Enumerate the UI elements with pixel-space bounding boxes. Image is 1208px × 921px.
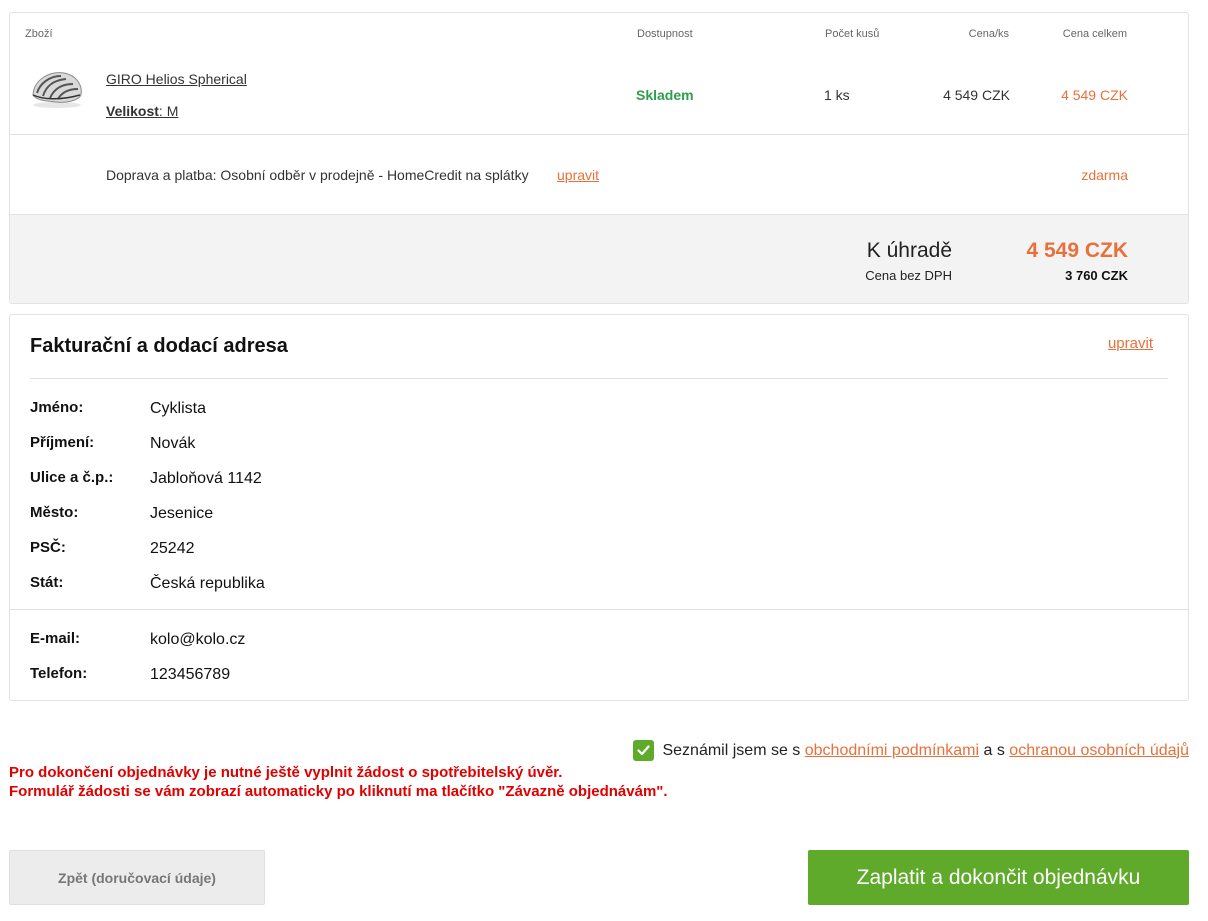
field-value-first-name: Cyklista	[150, 400, 207, 417]
shipping-row: Doprava a platba: Osobní odběr v prodejn…	[10, 135, 1188, 215]
helmet-image[interactable]	[28, 65, 86, 111]
shipping-text: Doprava a platba: Osobní odběr v prodejn…	[106, 167, 529, 183]
header-quantity: Počet kusů	[825, 28, 880, 40]
field-value-last-name: Novák	[150, 435, 196, 452]
item-total-price: 4 549 CZK	[1061, 87, 1128, 103]
credit-warning: Pro dokončení objednávky je nutné ještě …	[9, 763, 668, 801]
field-label-city: Město:	[30, 504, 79, 521]
cart-table-header: Zboží Dostupnost Počet kusů Cena/ks Cena…	[10, 13, 1188, 53]
cart-summary-table: Zboží Dostupnost Počet kusů Cena/ks Cena…	[9, 12, 1189, 304]
field-label-country: Stát:	[30, 574, 64, 591]
shipping-price: zdarma	[1081, 167, 1128, 183]
field-label-email: E-mail:	[30, 630, 81, 647]
header-total-price: Cena celkem	[1062, 28, 1127, 40]
back-button[interactable]: Zpět (doručovací údaje)	[9, 850, 265, 905]
field-value-country: Česká republika	[150, 575, 265, 592]
terms-checkbox[interactable]	[633, 740, 655, 761]
item-unit-price: 4 549 CZK	[943, 87, 1010, 103]
header-availability: Dostupnost	[637, 28, 693, 40]
size-label: Velikost	[106, 103, 159, 119]
field-label-zip: PSČ:	[30, 539, 66, 556]
divider	[10, 609, 1188, 610]
header-product: Zboží	[25, 28, 53, 40]
availability-status: Skladem	[636, 87, 694, 103]
field-value-phone: 123456789	[150, 666, 231, 683]
cart-item-row: GIRO Helios Spherical Velikost: M Sklade…	[10, 53, 1188, 135]
item-quantity: 1 ks	[824, 87, 850, 103]
shipping-edit-link[interactable]: upravit	[557, 167, 599, 183]
summary-row: K úhradě Cena bez DPH 4 549 CZK 3 760 CZ…	[10, 215, 1188, 303]
field-label-first-name: Jméno:	[30, 399, 84, 416]
product-name-link[interactable]: GIRO Helios Spherical	[106, 71, 247, 87]
total-price: 4 549 CZK	[1026, 239, 1128, 262]
field-value-city: Jesenice	[150, 505, 214, 522]
divider	[30, 378, 1168, 379]
total-label: K úhradě	[866, 239, 952, 262]
warning-line-1: Pro dokončení objednávky je nutné ještě …	[9, 764, 563, 781]
field-label-last-name: Příjmení:	[30, 434, 95, 451]
field-label-street: Ulice a č.p.:	[30, 469, 114, 486]
pay-and-finish-button[interactable]: Zaplatit a dokončit objednávku	[808, 850, 1189, 905]
net-price: 3 760 CZK	[1065, 268, 1128, 283]
privacy-link[interactable]: ochranou osobních údajů	[1009, 742, 1189, 760]
warning-line-2: Formulář žádosti se vám zobrazí automati…	[9, 783, 668, 800]
consent-text-before: Seznámil jsem se s	[662, 741, 805, 759]
address-title: Fakturační a dodací adresa	[30, 335, 288, 357]
checkmark-icon	[637, 745, 651, 756]
header-unit-price: Cena/ks	[968, 28, 1009, 40]
terms-consent: Seznámil jsem se s obchodními podmínkami…	[633, 740, 1189, 761]
size-value: : M	[158, 103, 179, 119]
terms-link[interactable]: obchodními podmínkami	[805, 742, 979, 760]
net-price-label: Cena bez DPH	[865, 268, 952, 283]
address-edit-link[interactable]: upravit	[1108, 335, 1153, 352]
field-label-phone: Telefon:	[30, 665, 88, 682]
field-value-street: Jabloňová 1142	[150, 470, 262, 487]
field-value-zip: 25242	[150, 540, 195, 557]
billing-address-box: Fakturační a dodací adresa upravit Jméno…	[9, 314, 1189, 701]
consent-text-middle: a s	[979, 741, 1010, 759]
product-size: Velikost: M	[106, 103, 178, 119]
field-value-email: kolo@kolo.cz	[150, 631, 246, 648]
